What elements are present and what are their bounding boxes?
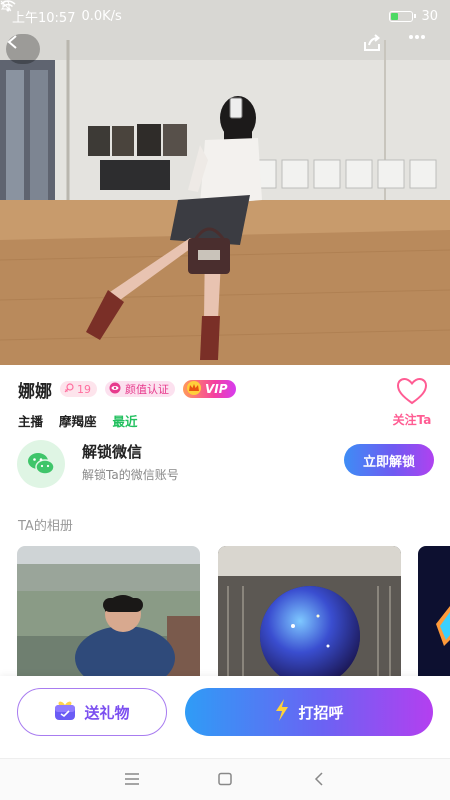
vip-label: VIP <box>205 382 228 396</box>
network-speed: 0.0K/s <box>81 8 122 24</box>
follow-label: 关注Ta <box>392 413 432 427</box>
profile-tags: 主播 摩羯座 最近 <box>18 411 138 430</box>
wechat-unlock-title: 解锁微信 <box>82 443 143 461</box>
gift-icon <box>54 699 76 725</box>
album-section-title: TA的相册 <box>18 519 73 534</box>
crown-icon <box>186 380 202 398</box>
album-photo[interactable] <box>418 546 450 676</box>
heart-outline-icon <box>396 377 428 409</box>
wechat-unlock-row: 解锁微信 解锁Ta的微信账号 立即解锁 <box>0 435 450 491</box>
battery-level: 30 <box>421 8 438 24</box>
tag-role: 主播 <box>18 414 44 429</box>
face-verified-label: 颜值认证 <box>125 383 169 396</box>
face-verified-badge: 颜值认证 <box>105 381 175 397</box>
age-badge: 19 <box>60 381 97 397</box>
more-button[interactable] <box>408 34 442 64</box>
back-triangle-icon[interactable] <box>313 771 325 790</box>
status-bar: 上午10:57 0.0K/s 30 <box>0 0 450 32</box>
say-hello-label: 打招呼 <box>298 703 344 722</box>
album-photo[interactable] <box>17 546 200 676</box>
say-hello-button[interactable]: 打招呼 <box>185 688 433 736</box>
photo-album <box>0 546 450 676</box>
profile-cover-photo[interactable]: 上午10:57 0.0K/s 30 <box>0 0 450 365</box>
user-name: 娜娜 <box>18 381 52 402</box>
name-row: 娜娜 19 颜值认证 VIP <box>18 379 236 402</box>
vip-badge: VIP <box>183 380 236 398</box>
eye-icon <box>108 382 122 397</box>
send-gift-label: 送礼物 <box>84 703 130 722</box>
system-navigation-bar <box>0 758 450 800</box>
album-photo[interactable] <box>218 546 401 676</box>
follow-button[interactable]: 关注Ta <box>390 377 434 428</box>
status-time: 上午10:57 <box>12 10 76 26</box>
home-square-icon[interactable] <box>217 771 233 790</box>
wechat-unlock-subtitle: 解锁Ta的微信账号 <box>82 468 179 482</box>
share-button[interactable] <box>362 34 396 64</box>
bottom-action-bar: 送礼物 打招呼 <box>0 676 450 758</box>
age-value: 19 <box>77 382 91 396</box>
back-button[interactable] <box>6 34 40 64</box>
unlock-now-button[interactable]: 立即解锁 <box>344 444 434 476</box>
menu-icon[interactable] <box>124 771 140 790</box>
tag-zodiac: 摩羯座 <box>59 414 97 429</box>
female-icon <box>64 382 74 396</box>
lightning-icon <box>274 699 290 725</box>
tag-online-status: 最近 <box>112 414 138 429</box>
wechat-icon <box>17 440 65 488</box>
send-gift-button[interactable]: 送礼物 <box>17 688 167 736</box>
battery-icon <box>389 10 417 22</box>
